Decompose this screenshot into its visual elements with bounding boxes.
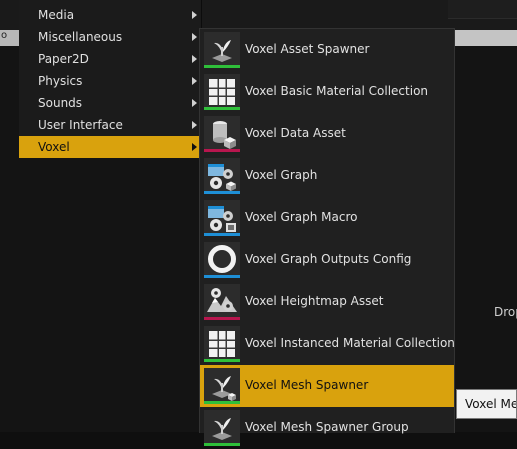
menu-item-voxel-basic-material-collection[interactable]: Voxel Basic Material Collection — [200, 71, 454, 113]
material-grid-icon — [204, 74, 240, 110]
menu-item-label: Voxel Instanced Material Collection — [245, 336, 455, 350]
type-color-bar — [204, 233, 240, 236]
category-item-sounds[interactable]: Sounds — [19, 92, 201, 114]
menu-item-label: Voxel Graph Macro — [245, 210, 358, 224]
strip-left-glyph: o — [1, 30, 8, 41]
menu-item-voxel-graph-outputs-config[interactable]: Voxel Graph Outputs Config — [200, 239, 454, 281]
tooltip: Voxel Mesh Spawner — [456, 389, 517, 419]
type-color-bar — [204, 107, 240, 110]
menu-item-voxel-instanced-material-collection[interactable]: Voxel Instanced Material Collection — [200, 323, 455, 365]
type-color-bar — [204, 443, 240, 446]
type-color-bar — [204, 275, 240, 278]
type-color-bar — [204, 149, 240, 152]
type-color-bar — [204, 65, 240, 68]
sprout-spawner-icon — [204, 32, 240, 68]
menu-item-label: Voxel Graph Outputs Config — [245, 252, 412, 266]
menu-item-label: Voxel Graph — [245, 168, 318, 182]
menu-item-voxel-asset-spawner[interactable]: Voxel Asset Spawner — [200, 29, 454, 71]
menu-item-label: Voxel Basic Material Collection — [245, 84, 429, 98]
category-item-label: Media — [38, 8, 75, 22]
category-item-label: User Interface — [38, 118, 123, 132]
menu-item-voxel-graph[interactable]: Voxel Graph — [200, 155, 454, 197]
menu-item-voxel-mesh-spawner-group[interactable]: Voxel Mesh Spawner Group — [200, 407, 454, 449]
menu-item-label: Voxel Asset Spawner — [245, 42, 370, 56]
category-item-label: Sounds — [38, 96, 83, 110]
data-asset-icon — [204, 116, 240, 152]
material-grid-icon — [204, 326, 240, 362]
drop-label: Drop — [494, 305, 517, 319]
category-item-paper2d[interactable]: Paper2D — [19, 48, 201, 70]
category-item-media[interactable]: Media — [19, 4, 201, 26]
menu-item-label: Voxel Data Asset — [245, 126, 346, 140]
category-item-label: Physics — [38, 74, 83, 88]
category-item-physics[interactable]: Physics — [19, 70, 201, 92]
voxel-submenu: Voxel Asset Spawner Voxel Basic Material… — [199, 28, 455, 446]
type-color-bar — [204, 317, 240, 320]
submenu-arrow-icon — [192, 143, 197, 151]
menu-item-voxel-heightmap-asset[interactable]: Voxel Heightmap Asset — [200, 281, 454, 323]
graph-macro-gears-icon — [204, 200, 240, 236]
submenu-arrow-icon — [192, 77, 197, 85]
category-item-label: Paper2D — [38, 52, 89, 66]
editor-strip-left-cell: o — [0, 30, 19, 46]
category-item-label: Miscellaneous — [38, 30, 123, 44]
heightmap-gears-icon — [204, 284, 240, 320]
editor-strip-right-cell — [450, 30, 517, 46]
mesh-spawner-icon — [204, 368, 240, 404]
menu-item-voxel-graph-macro[interactable]: Voxel Graph Macro — [200, 197, 454, 239]
menu-item-voxel-mesh-spawner[interactable]: Voxel Mesh Spawner — [200, 365, 454, 407]
category-menu: Media Miscellaneous Paper2D Physics Soun… — [19, 0, 202, 158]
tooltip-text: Voxel Mesh Spawner — [465, 397, 517, 411]
menu-item-label: Voxel Mesh Spawner — [245, 378, 369, 392]
menu-item-voxel-data-asset[interactable]: Voxel Data Asset — [200, 113, 454, 155]
sprout-spawner-icon — [204, 410, 240, 446]
type-color-bar — [204, 191, 240, 194]
menu-item-label: Voxel Heightmap Asset — [245, 294, 384, 308]
submenu-arrow-icon — [192, 11, 197, 19]
submenu-arrow-icon — [192, 55, 197, 63]
editor-tab-strip — [448, 0, 517, 19]
category-item-miscellaneous[interactable]: Miscellaneous — [19, 26, 201, 48]
submenu-arrow-icon — [192, 121, 197, 129]
category-item-user-interface[interactable]: User Interface — [19, 114, 201, 136]
submenu-arrow-icon — [192, 99, 197, 107]
submenu-arrow-icon — [192, 33, 197, 41]
graph-gears-icon — [204, 158, 240, 194]
category-item-voxel[interactable]: Voxel — [19, 136, 201, 158]
category-item-label: Voxel — [38, 140, 70, 154]
type-color-bar — [204, 401, 240, 404]
ring-icon — [204, 242, 240, 278]
type-color-bar — [204, 359, 240, 362]
